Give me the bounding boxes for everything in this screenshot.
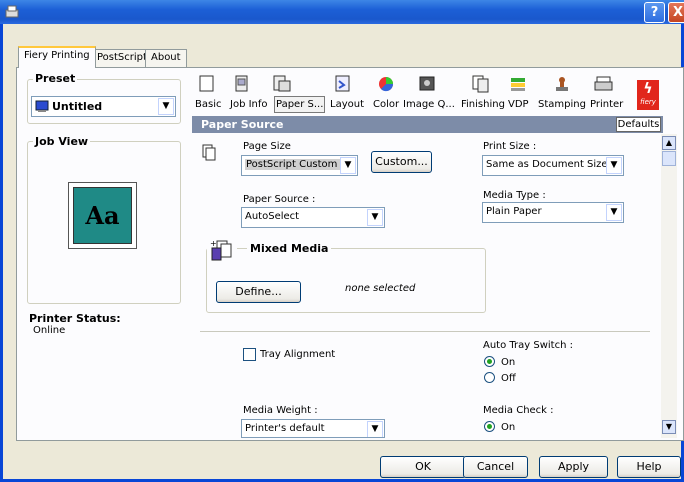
mixed-media-label: Mixed Media [247, 242, 332, 255]
scroll-down-icon[interactable]: ▼ [662, 420, 676, 434]
media-check-on-radio[interactable] [484, 421, 495, 433]
tab-postscript[interactable]: PostScript [91, 49, 153, 67]
section-header: Paper Source [192, 116, 663, 133]
image-quality-icon[interactable] [418, 75, 436, 96]
media-weight-dropdown[interactable]: Printer's default ▼ [241, 419, 385, 438]
cancel-button[interactable]: Cancel [463, 456, 528, 478]
tray-alignment-checkbox[interactable] [243, 348, 256, 361]
chevron-down-icon[interactable]: ▼ [158, 98, 174, 115]
help-button[interactable]: Help [617, 456, 681, 478]
toolbar-layout[interactable]: Layout [330, 99, 364, 110]
vertical-scrollbar[interactable]: ▲ ▼ [661, 134, 677, 438]
media-type-dropdown[interactable]: Plain Paper ▼ [482, 202, 624, 223]
section-title: Paper Source [201, 118, 284, 131]
custom-size-button[interactable]: Custom... [371, 151, 432, 173]
job-view-thumb-text: Aa [73, 187, 132, 244]
paper-source-dropdown[interactable]: AutoSelect ▼ [241, 207, 385, 228]
finishing-icon[interactable] [472, 75, 490, 96]
page-size-value: PostScript Custom Pa [245, 159, 354, 170]
job-view-label: Job View [33, 135, 91, 148]
printer-icon[interactable] [594, 75, 614, 96]
fiery-logo-text: fiery [640, 98, 656, 106]
auto-tray-switch-label: Auto Tray Switch : [483, 340, 573, 351]
toolbar-paper-source[interactable]: Paper S... [274, 96, 326, 113]
none-selected-text: none selected [345, 283, 416, 294]
chevron-down-icon[interactable]: ▼ [367, 421, 383, 437]
svg-text:+: + [210, 239, 217, 248]
color-icon[interactable] [377, 75, 395, 96]
apply-button[interactable]: Apply [539, 456, 608, 478]
auto-tray-on-label: On [501, 357, 516, 368]
preset-label: Preset [33, 72, 78, 85]
page-size-icon [201, 143, 217, 164]
media-check-label: Media Check : [483, 405, 554, 416]
preset-value: Untitled [52, 100, 103, 113]
printer-status-value: Online [33, 325, 66, 336]
ok-button[interactable]: OK [380, 456, 466, 478]
printer-status-label: Printer Status: [29, 312, 121, 325]
paper-source-label: Paper Source : [243, 194, 316, 205]
chevron-down-icon[interactable]: ▼ [606, 157, 622, 174]
help-titlebar-button[interactable]: ? [644, 2, 665, 23]
media-type-value: Plain Paper [486, 206, 542, 217]
toolbar-printer[interactable]: Printer [590, 99, 623, 110]
media-weight-label: Media Weight : [243, 405, 318, 416]
toolbar-color[interactable]: Color [373, 99, 399, 110]
chevron-down-icon[interactable]: ▼ [340, 157, 356, 174]
print-size-dropdown[interactable]: Same as Document Size ▼ [482, 155, 624, 176]
toolbar-stamping[interactable]: Stamping [538, 99, 586, 110]
paper-source-value: AutoSelect [245, 211, 300, 222]
toolbar-finishing[interactable]: Finishing [461, 99, 505, 110]
define-button[interactable]: Define... [216, 281, 301, 303]
print-size-value: Same as Document Size [486, 159, 608, 170]
auto-tray-off-radio[interactable] [484, 372, 495, 384]
vdp-icon[interactable] [509, 75, 527, 96]
page-size-dropdown[interactable]: PostScript Custom Pa ▼ [241, 155, 358, 176]
fiery-logo: ϟ fiery [637, 80, 659, 110]
toolbar-basic[interactable]: Basic [195, 99, 221, 110]
scroll-thumb[interactable] [662, 151, 676, 166]
paper-source-icon[interactable] [273, 75, 293, 96]
page-size-label: Page Size [243, 141, 291, 152]
auto-tray-off-label: Off [501, 373, 516, 384]
section-divider [200, 331, 650, 332]
defaults-button[interactable]: Defaults [616, 117, 661, 132]
layout-icon[interactable] [334, 75, 352, 96]
mixed-media-icon: + [207, 238, 237, 267]
tab-fiery-printing[interactable]: Fiery Printing [18, 46, 96, 68]
toolbar-image-quality[interactable]: Image Q... [403, 99, 455, 110]
preset-icon [35, 100, 49, 116]
preset-dropdown[interactable]: Untitled ▼ [31, 96, 176, 117]
print-size-label: Print Size : [483, 141, 537, 152]
title-bar[interactable]: ? X [0, 0, 684, 24]
basic-icon[interactable] [196, 75, 218, 96]
auto-tray-on-radio[interactable] [484, 356, 495, 368]
toolbar-vdp[interactable]: VDP [508, 99, 529, 110]
scroll-up-icon[interactable]: ▲ [662, 136, 676, 150]
job-info-icon[interactable] [233, 75, 251, 96]
media-check-on-label: On [501, 422, 516, 433]
printer-app-icon [4, 4, 20, 20]
stamping-icon[interactable] [553, 75, 571, 96]
tab-about[interactable]: About [145, 49, 187, 67]
chevron-down-icon[interactable]: ▼ [606, 204, 622, 221]
chevron-down-icon[interactable]: ▼ [367, 209, 383, 226]
toolbar-job-info[interactable]: Job Info [230, 99, 268, 110]
close-window-button[interactable]: X [668, 2, 684, 23]
job-view-thumbnail: Aa [68, 182, 137, 249]
media-weight-value: Printer's default [245, 423, 325, 434]
media-type-label: Media Type : [483, 190, 546, 201]
tray-alignment-label: Tray Alignment [260, 349, 336, 360]
